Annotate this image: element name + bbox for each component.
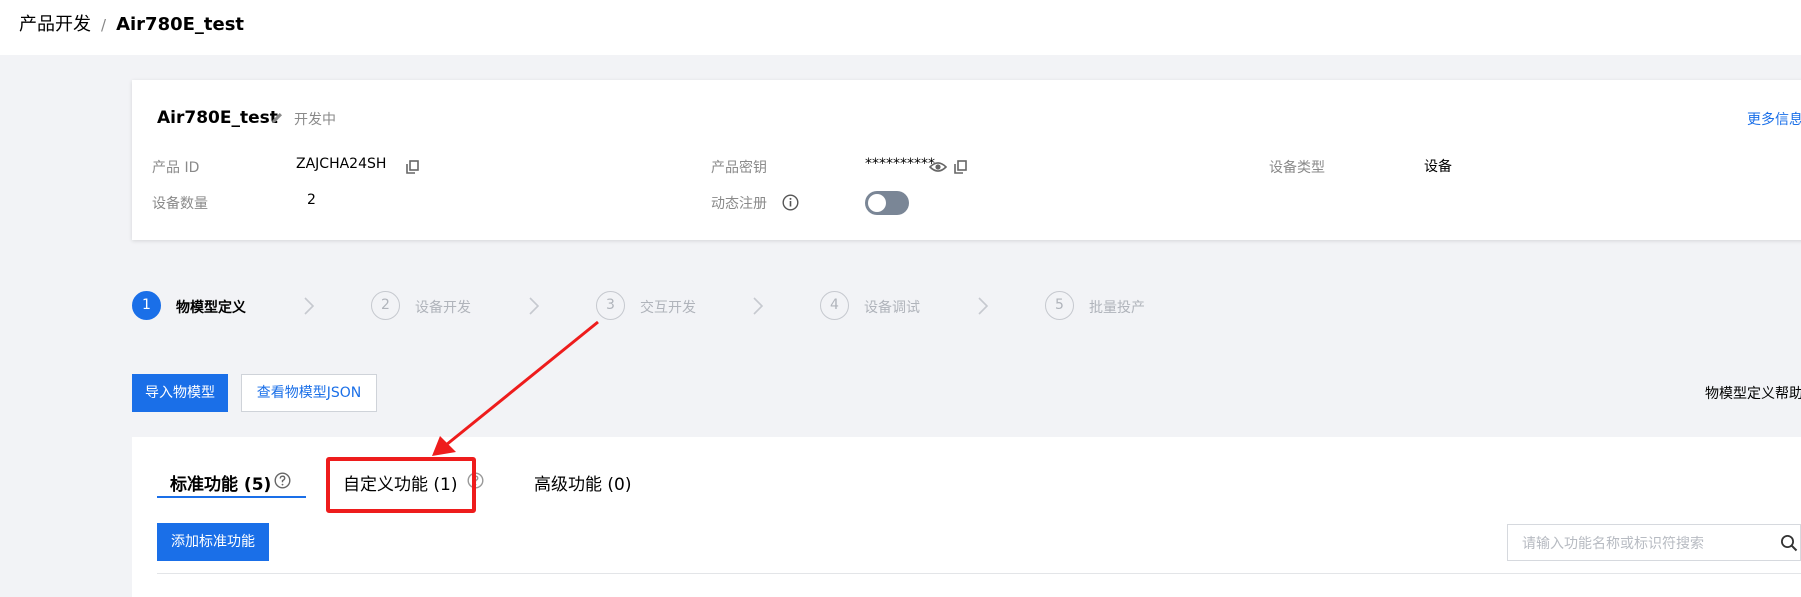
function-search xyxy=(1507,524,1801,561)
search-icon[interactable] xyxy=(1780,534,1798,552)
add-standard-function-button[interactable]: 添加标准功能 xyxy=(157,523,269,561)
annotation-arrow xyxy=(432,320,599,456)
search-input[interactable] xyxy=(1520,533,1764,555)
